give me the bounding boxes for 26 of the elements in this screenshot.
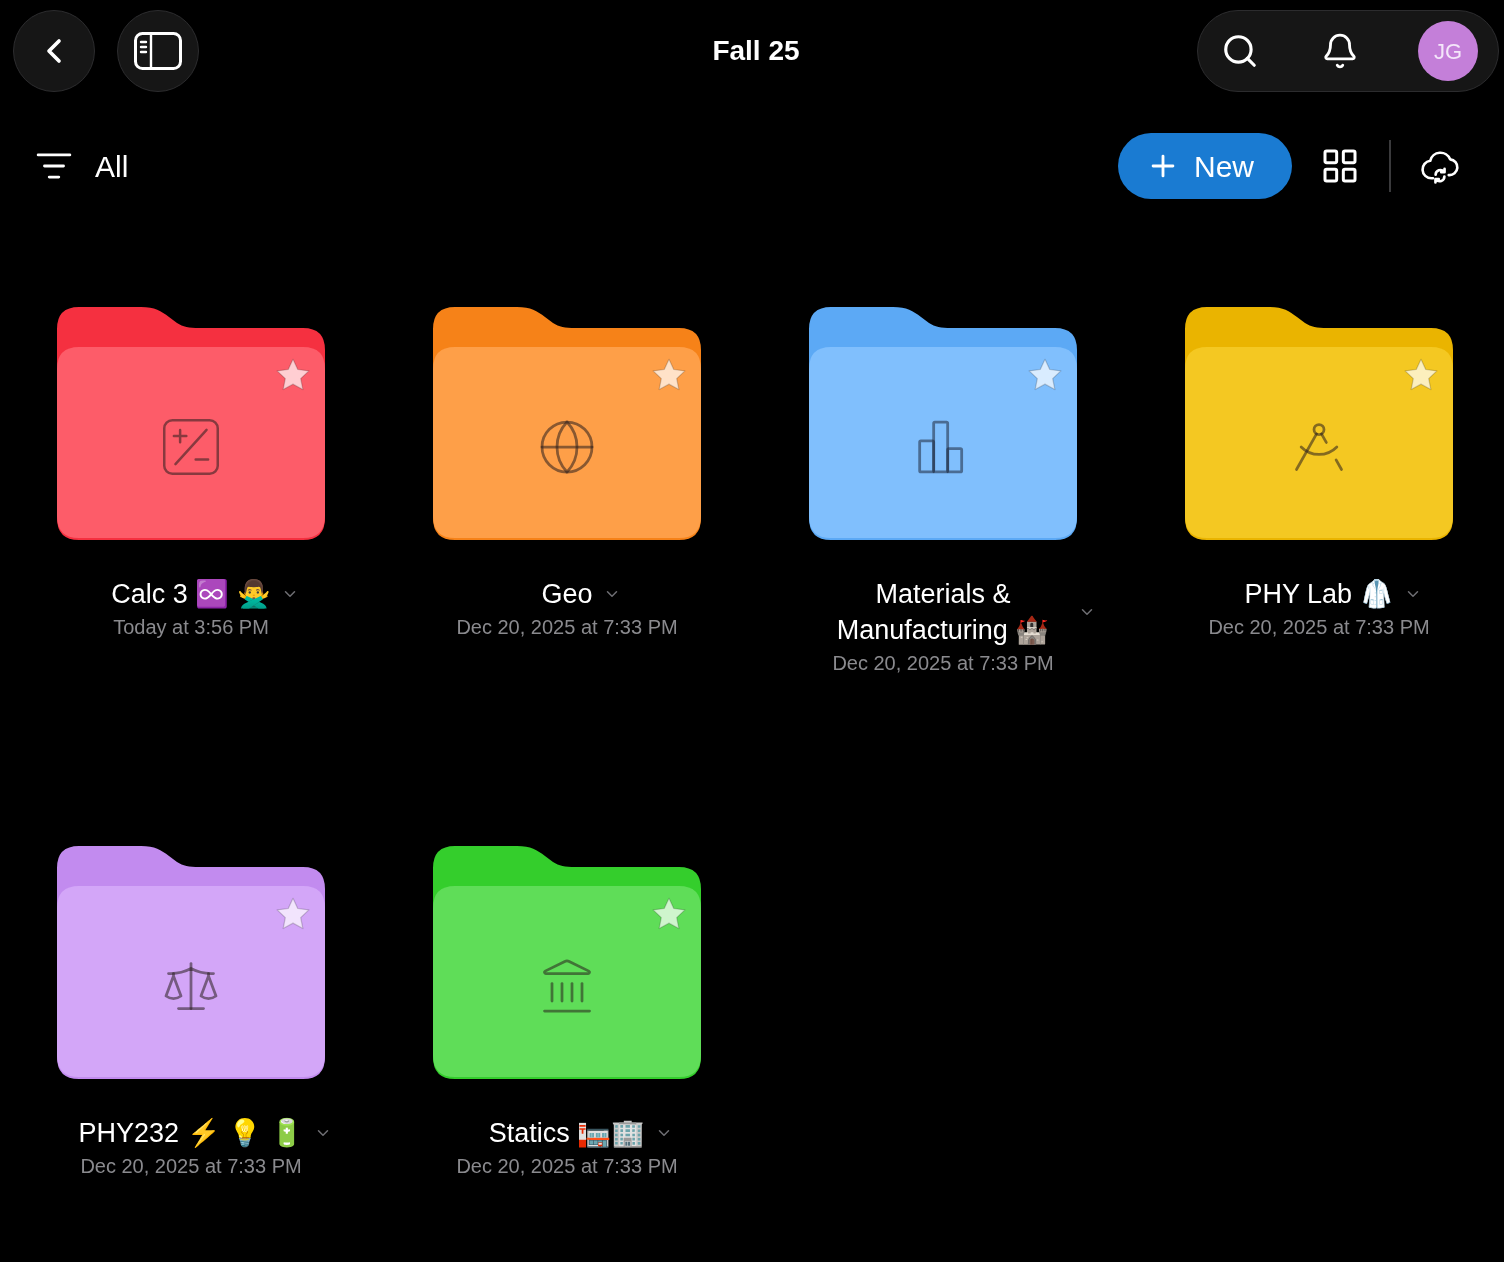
folder-icon[interactable] [57, 307, 325, 540]
folder-date: Dec 20, 2025 at 7:33 PM [80, 1154, 302, 1179]
bell-icon [1321, 32, 1359, 70]
folder-name: Calc 3 ♾ 🙅‍♂ [111, 578, 271, 611]
sidebar-icon [134, 32, 182, 70]
folder-icon[interactable] [433, 307, 701, 540]
avatar-button[interactable]: JG [1418, 21, 1478, 81]
folder-date: Today at 3:56 PM [113, 615, 269, 640]
folder-name: Geo [541, 578, 593, 611]
plus-minus-icon [163, 419, 219, 475]
folder-icon[interactable] [433, 846, 701, 1079]
folder-date: Dec 20, 2025 at 7:33 PM [456, 615, 678, 640]
folder-name: PHY Lab 🥼 [1244, 578, 1394, 611]
search-icon [1221, 32, 1259, 70]
folder-date: Dec 20, 2025 at 7:33 PM [456, 1154, 678, 1179]
folder-name: Materials & Manufacturing 🏰 [835, 578, 1051, 647]
new-button[interactable]: New [1118, 133, 1292, 199]
filter-button[interactable]: All [35, 143, 129, 189]
folder-icon[interactable] [57, 846, 325, 1079]
folder-date: Dec 20, 2025 at 7:33 PM [1208, 615, 1430, 640]
page-title: Fall 25 [712, 34, 800, 68]
folder-date: Dec 20, 2025 at 7:33 PM [832, 651, 1054, 676]
folder-icon[interactable] [809, 307, 1077, 540]
folder-name: Statics 🏣🏢 [488, 1117, 646, 1150]
folder-name: PHY232 ⚡ 💡 🔋 [78, 1117, 304, 1150]
folder-icon[interactable] [1185, 307, 1453, 540]
